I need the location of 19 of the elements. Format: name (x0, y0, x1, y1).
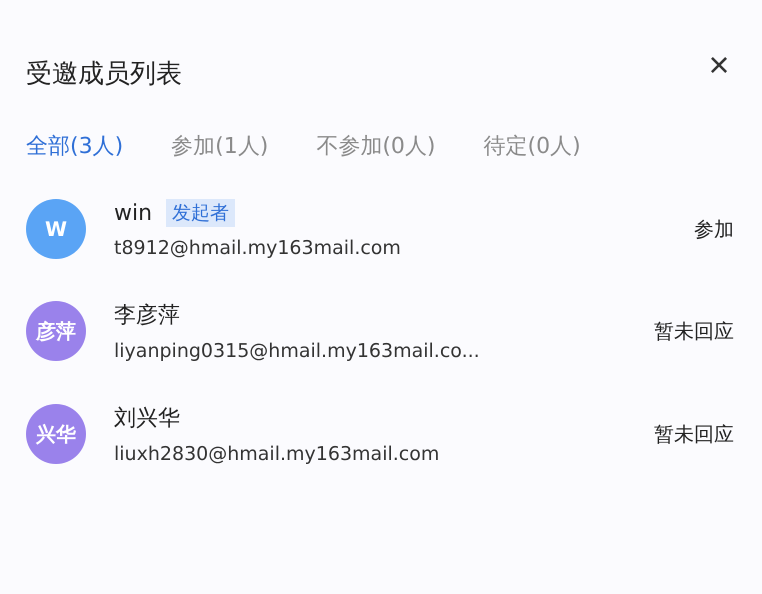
filter-tab[interactable]: 不参加(0人) (316, 131, 436, 161)
member-name: win (114, 200, 152, 226)
avatar: 彦萍 (26, 301, 86, 361)
filter-tab[interactable]: 参加(1人) (171, 131, 268, 161)
response-status: 暂未回应 (654, 420, 734, 448)
avatar: 兴华 (26, 404, 86, 464)
response-status: 暂未回应 (654, 318, 734, 344)
filter-tab[interactable]: 待定(0人) (484, 131, 581, 161)
avatar: W (26, 199, 86, 259)
member-name: 刘兴华 (114, 405, 180, 433)
member-email: t8912@hmail.my163mail.com (114, 237, 402, 259)
response-status: 参加 (694, 216, 734, 242)
dialog-title: 受邀成员列表 (26, 58, 182, 91)
filter-tab[interactable]: 全部(3人) (26, 131, 124, 161)
member-email: liyanping0315@hmail.my163mail.co... (114, 340, 481, 362)
organizer-tag: 发起者 (166, 199, 236, 227)
member-name: 李彦萍 (114, 302, 180, 330)
close-button[interactable]: × (704, 48, 734, 82)
member-email: liuxh2830@hmail.my163mail.com (114, 443, 440, 465)
